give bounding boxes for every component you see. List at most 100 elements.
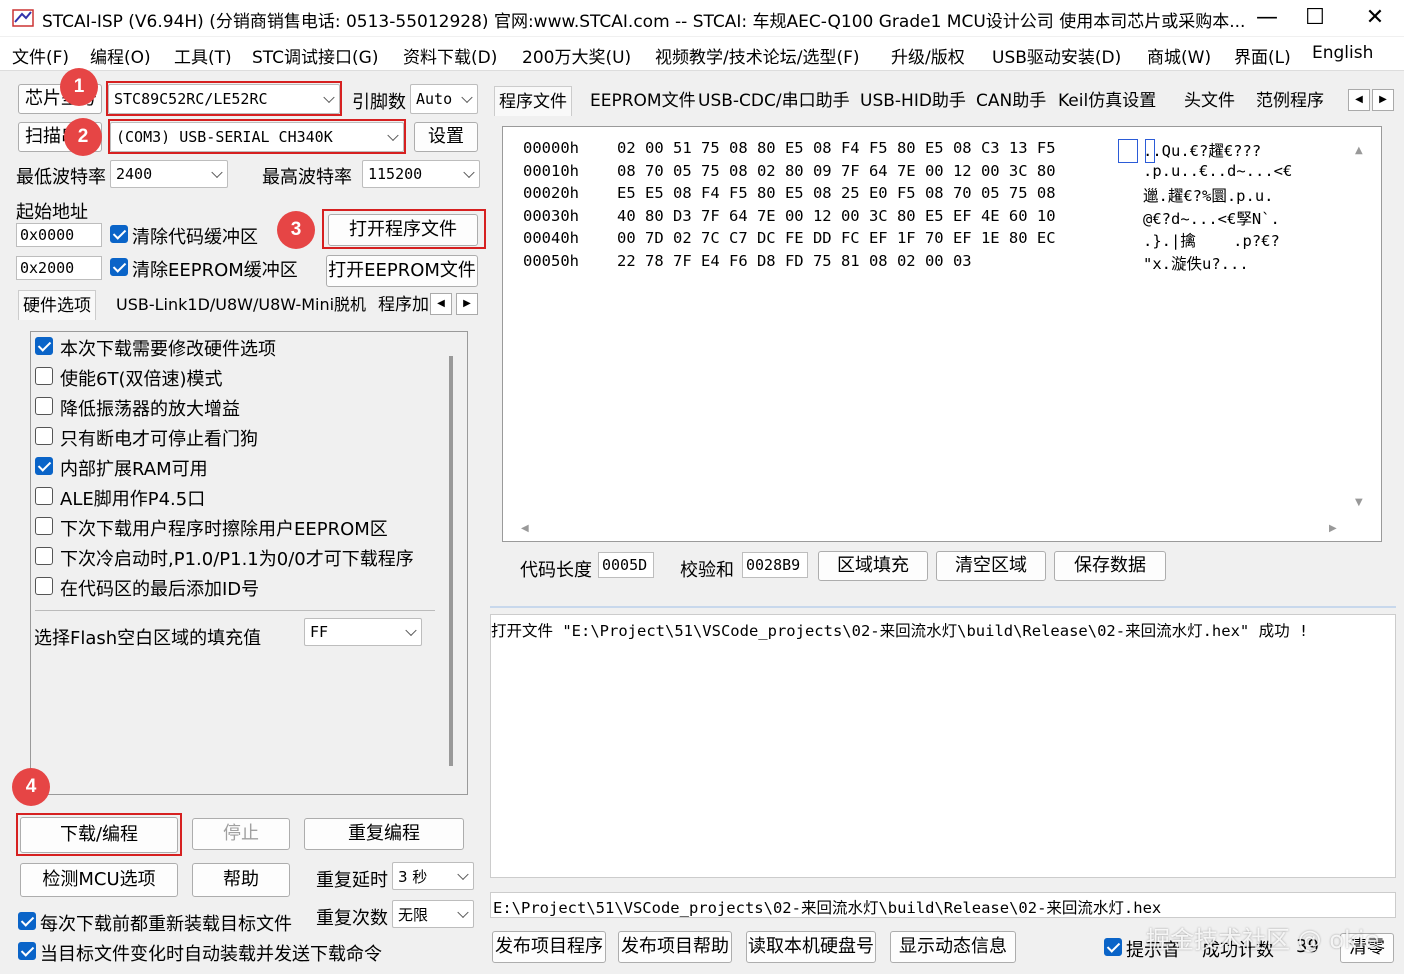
scroll-left-icon[interactable]: ◀ [521,523,529,534]
clear-eeprom-checkbox[interactable] [110,258,128,276]
min-baud-select[interactable]: 2400 [110,160,228,188]
option-label: 下次下载用户程序时擦除用户EEPROM区 [60,519,388,540]
hex-ascii: @€?d~...<€孯N`. [1143,209,1280,228]
option-checkbox[interactable] [35,367,53,385]
hex-ascii: .p.u..€..d~...<€ [1143,161,1293,180]
show-dynamic-info-button[interactable]: 显示动态信息 [890,931,1016,963]
ascii-cursor [1145,139,1155,163]
chevron-down-icon [405,624,417,637]
tab-scroll-left-icon[interactable]: ◀ [430,293,452,315]
tab-eeprom-file[interactable]: EEPROM文件 [586,86,700,116]
hex-address: 00010h [523,161,579,180]
pins-select[interactable]: Auto [410,84,478,114]
menu-shop[interactable]: 商城(W) [1147,43,1211,68]
menu-english[interactable]: English [1312,43,1373,63]
option-checkbox[interactable] [35,577,53,595]
fill-value-label: 选择Flash空白区域的填充值 [34,628,262,649]
tab-examples[interactable]: 范例程序 [1252,86,1328,116]
menu-debug[interactable]: STC调试接口(G) [252,43,379,68]
publish-project-program-button[interactable]: 发布项目程序 [492,931,606,963]
pins-label: 引脚数 [352,92,406,113]
menu-program[interactable]: 编程(O) [90,43,151,68]
maximize-button[interactable]: ☐ [1292,0,1338,36]
fill-value-select[interactable]: FF [304,618,422,646]
help-button[interactable]: 帮助 [192,863,290,897]
tab-scroll-left-icon[interactable]: ◀ [1348,89,1370,111]
stop-button[interactable]: 停止 [192,818,290,850]
repeat-count-value: 无限 [398,905,429,924]
reload-before-download-label: 每次下载前都重新装载目标文件 [40,914,292,935]
option-checkbox[interactable] [35,427,53,445]
clear-region-button[interactable]: 清空区域 [936,551,1046,581]
tab-usb-hid[interactable]: USB-HID助手 [856,86,970,116]
hex-cursor [1118,139,1138,163]
option-checkbox[interactable] [35,457,53,475]
code-length-label: 代码长度 [520,560,592,581]
reload-before-download-checkbox[interactable] [18,912,36,930]
tab-program-file[interactable]: 程序文件 [494,86,572,116]
menu-prize[interactable]: 200万大奖(U) [522,43,631,68]
repeat-count-select[interactable]: 无限 [392,900,474,928]
scroll-up-icon[interactable]: ▲ [1355,145,1363,156]
option-checkbox[interactable] [35,547,53,565]
option-label: 下次冷启动时,P1.0/P1.1为0/0才可下载程序 [60,549,414,570]
title-bar: STCAI-ISP (V6.94H) (分销商销售电话: 0513-550129… [0,0,1404,36]
close-button[interactable]: ✕ [1352,0,1398,36]
menu-usb-driver[interactable]: USB驱动安装(D) [992,43,1121,68]
scroll-down-icon[interactable]: ▼ [1355,497,1363,508]
code-address-input[interactable]: 0x0000 [16,223,102,247]
publish-project-help-button[interactable]: 发布项目帮助 [618,931,732,963]
log-output[interactable]: 打开文件 "E:\Project\51\VSCode_projects\02-来… [490,614,1396,878]
tab-usb-cdc[interactable]: USB-CDC/串口助手 [694,86,854,116]
tab-scroll-right-icon[interactable]: ▶ [456,293,478,315]
settings-button[interactable]: 设置 [414,122,478,152]
save-data-button[interactable]: 保存数据 [1054,551,1166,581]
tab-keil[interactable]: Keil仿真设置 [1054,86,1160,116]
menu-file[interactable]: 文件(F) [12,43,69,68]
start-address-label: 起始地址 [16,202,88,223]
option-checkbox[interactable] [35,397,53,415]
repeat-delay-label: 重复延时 [316,870,388,891]
repeat-delay-select[interactable]: 3 秒 [392,862,474,890]
repeat-program-button[interactable]: 重复编程 [304,818,464,850]
hex-address: 00020h [523,184,579,202]
menu-download[interactable]: 资料下载(D) [403,43,497,68]
file-path-text: E:\Project\51\VSCode_projects\02-来回流水灯\b… [493,899,1162,917]
read-disk-id-button[interactable]: 读取本机硬盘号 [746,931,876,963]
file-path-field[interactable]: E:\Project\51\VSCode_projects\02-来回流水灯\b… [490,892,1396,918]
tab-header[interactable]: 头文件 [1180,86,1239,116]
step-badge-1: 1 [60,68,98,106]
beep-checkbox[interactable] [1104,938,1122,956]
eeprom-address-input[interactable]: 0x2000 [16,256,102,280]
region-fill-button[interactable]: 区域填充 [818,551,928,581]
repeat-count-label: 重复次数 [316,908,388,929]
options-scrollbar[interactable] [449,356,453,766]
tab-hardware-options[interactable]: 硬件选项 [18,290,96,320]
menu-upgrade[interactable]: 升级/版权 [891,43,965,68]
minimize-button[interactable]: — [1244,0,1290,36]
min-baud-value: 2400 [116,165,153,183]
option-checkbox[interactable] [35,517,53,535]
menu-video[interactable]: 视频教学/技术论坛/选型(F) [655,43,860,68]
highlight-box-chip [106,81,342,116]
option-checkbox[interactable] [35,487,53,505]
tab-scroll-right-icon[interactable]: ▶ [1372,89,1394,111]
checksum-value: 0028B9 [742,552,808,578]
menu-interface[interactable]: 界面(L) [1234,43,1291,68]
menu-tools[interactable]: 工具(T) [174,43,232,68]
chevron-down-icon [457,868,469,881]
scroll-right-icon[interactable]: ▶ [1329,523,1337,534]
tab-program-encrypt[interactable]: 程序加 [374,290,433,320]
option-checkbox[interactable] [35,337,53,355]
open-eeprom-file-button[interactable]: 打开EEPROM文件 [326,255,478,287]
splitter[interactable] [490,606,1396,608]
clear-code-checkbox[interactable] [110,225,128,243]
max-baud-select[interactable]: 115200 [362,160,480,188]
tab-usb-link[interactable]: USB-Link1D/U8W/U8W-Mini脱机 [112,290,370,320]
chevron-down-icon [457,906,469,919]
check-mcu-options-button[interactable]: 检测MCU选项 [20,863,178,897]
menu-bar: 文件(F) 编程(O) 工具(T) STC调试接口(G) 资料下载(D) 200… [0,37,1404,71]
tab-can[interactable]: CAN助手 [972,86,1050,116]
auto-load-checkbox[interactable] [18,942,36,960]
hex-viewer[interactable]: 00000h 02 00 51 75 08 80 E5 08 F4 F5 80 E… [502,126,1382,542]
